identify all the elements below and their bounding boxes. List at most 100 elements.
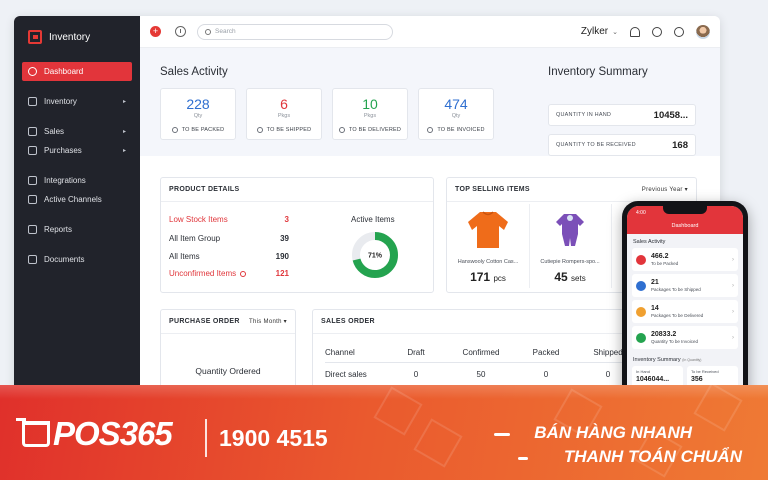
quantity-ordered-label: Quantity Ordered: [195, 366, 261, 376]
inventory-app-window: Inventory Dashboard Inventory ▸ Sales ▸ …: [14, 16, 720, 396]
phone-card-packed[interactable]: 466.2 To be Packed ›: [632, 248, 738, 271]
phone-inventory-title: Inventory Summary (In Quantity): [633, 357, 702, 363]
to-be-shipped-card[interactable]: 6 Pkgs TO BE SHIPPED: [246, 88, 322, 140]
top-item-2[interactable]: Cutiepie Rompers-spo... 45 sets: [533, 208, 607, 284]
phone-card-delivered[interactable]: 14 Packages To be Delivered ›: [632, 300, 738, 323]
phone-card-invoiced[interactable]: 20833.2 Quantity To be Invoiced ›: [632, 326, 738, 349]
purchase-order-panel: PURCHASE ORDER This Month ▾ Quantity Ord…: [160, 309, 296, 396]
item-qty: 45 sets: [554, 270, 586, 284]
chevron-right-icon: ›: [732, 308, 734, 315]
card-unit: Qty: [451, 113, 461, 119]
slogan-line-2: THANH TOÁN CHUẨN: [563, 447, 742, 466]
package-icon: [636, 254, 646, 265]
card-value: 474: [444, 96, 468, 112]
product-details-panel: PRODUCT DETAILS Low Stock Items 3 All It…: [160, 177, 434, 293]
table-row[interactable]: Direct sales 0 50 0 0: [325, 362, 639, 386]
sidebar-item-documents[interactable]: Documents: [22, 250, 132, 269]
table-cell: 0: [413, 369, 419, 379]
gear-icon[interactable]: [652, 26, 662, 37]
all-item-group-row[interactable]: All Item Group 39: [169, 234, 289, 243]
panel-title: PRODUCT DETAILS: [161, 178, 433, 202]
mobile-phone-mockup: 4:00 Dashboard Sales Activity 466.2 To be…: [622, 201, 748, 413]
search-input[interactable]: Search: [197, 23, 393, 40]
to-be-delivered-card[interactable]: 10 Pkgs TO BE DELIVERED: [332, 88, 408, 140]
phone-card-value: 20833.2: [651, 331, 677, 338]
all-items-row[interactable]: All Items 190: [169, 252, 289, 261]
row-value: 39: [280, 234, 289, 243]
sidebar-item-active-channels[interactable]: Active Channels: [22, 190, 132, 209]
donut-percent-label: 71%: [368, 253, 383, 260]
delivery-icon: [636, 306, 646, 317]
sales-order-panel: SALES ORDER Channel Draft Confirmed Pack…: [312, 309, 642, 396]
chevron-right-icon: ›: [732, 282, 734, 289]
sidebar-item-integrations[interactable]: Integrations: [22, 171, 132, 190]
column-header: Draft: [385, 344, 447, 363]
sidebar-item-purchases[interactable]: Purchases ▸: [22, 141, 132, 160]
romper-image: [556, 214, 584, 246]
sidebar-item-label: Active Channels: [44, 195, 102, 204]
sidebar-item-label: Inventory: [44, 97, 77, 106]
sales-order-table: Channel Draft Confirmed Packed Shipped D…: [325, 344, 639, 386]
sidebar-item-label: Purchases: [44, 146, 82, 155]
recent-history-icon[interactable]: [175, 26, 186, 37]
sales-activity-title: Sales Activity: [160, 66, 228, 78]
phone-card-value: 14: [651, 305, 659, 312]
check-circle-icon: [171, 127, 178, 133]
cart-icon: [16, 418, 50, 447]
period-filter[interactable]: Previous Year ▾: [642, 186, 688, 193]
top-item-1[interactable]: Hanswooly Cotton Cas... 171 pcs: [451, 208, 525, 284]
phone-card-value: 466.2: [651, 253, 669, 260]
table-cell: 50: [476, 369, 486, 379]
sidebar-nav: Dashboard Inventory ▸ Sales ▸ Purchases …: [14, 62, 140, 269]
phone-card-label: Quantity To be Invoiced: [651, 339, 698, 344]
sidebar-item-sales[interactable]: Sales ▸: [22, 122, 132, 141]
row-label: Low Stock Items: [169, 215, 228, 224]
card-value: 6: [280, 96, 288, 112]
chevron-down-icon: ⌄: [612, 28, 618, 36]
hotline-number: 1900 4515: [219, 425, 328, 451]
phone-sales-title: Sales Activity: [633, 239, 666, 245]
quantity-in-hand-row: QUANTITY IN HAND 10458...: [548, 104, 696, 126]
card-label: TO BE PACKED: [161, 127, 235, 133]
table-header: Channel Draft Confirmed Packed Shipped: [325, 344, 639, 363]
row-value: 190: [275, 252, 289, 261]
organization-switcher[interactable]: Zylker ⌄: [581, 26, 618, 37]
panel-title-row: PURCHASE ORDER This Month ▾: [161, 310, 295, 334]
summary-label: QUANTITY IN HAND: [556, 112, 612, 118]
active-items-donut: 71%: [352, 232, 398, 278]
sidebar-item-inventory[interactable]: Inventory ▸: [22, 92, 132, 111]
help-icon[interactable]: [674, 26, 684, 37]
reports-icon: [28, 225, 37, 234]
item-name: Hanswooly Cotton Cas...: [457, 259, 519, 265]
period-filter[interactable]: This Month ▾: [249, 318, 287, 325]
truck-icon: [256, 127, 263, 133]
inventory-logo-icon: [28, 30, 42, 44]
sidebar-item-reports[interactable]: Reports: [22, 220, 132, 239]
sidebar: Inventory Dashboard Inventory ▸ Sales ▸ …: [14, 16, 140, 396]
promo-banner: POS365 1900 4515 BÁN HÀNG NHANH THANH TO…: [0, 385, 768, 480]
brand[interactable]: Inventory: [14, 16, 140, 58]
card-label: TO BE SHIPPED: [247, 127, 321, 133]
unconfirmed-items-row[interactable]: Unconfirmed Items 121: [169, 269, 289, 278]
summary-label: QUANTITY TO BE RECEIVED: [556, 142, 636, 148]
card-label: TO BE DELIVERED: [333, 127, 407, 133]
chevron-right-icon: ▸: [122, 148, 126, 154]
panel-title: TOP SELLING ITEMS: [455, 186, 530, 193]
to-be-invoiced-card[interactable]: 474 Qty TO BE INVOICED: [418, 88, 494, 140]
phone-card-label: Packages To be Shipped: [651, 287, 701, 292]
delivery-icon: [338, 127, 345, 133]
to-be-packed-card[interactable]: 228 Qty TO BE PACKED: [160, 88, 236, 140]
phone-card-shipped[interactable]: 21 Packages To be Shipped ›: [632, 274, 738, 297]
quick-create-button[interactable]: +: [150, 26, 161, 37]
low-stock-items-row[interactable]: Low Stock Items 3: [169, 215, 289, 224]
item-name: Cutiepie Rompers-spo...: [540, 259, 600, 265]
slogan-line-1: BÁN HÀNG NHANH: [534, 423, 692, 442]
phone-card-value: 21: [651, 279, 659, 286]
chevron-right-icon: ›: [732, 256, 734, 263]
sidebar-item-dashboard[interactable]: Dashboard: [22, 62, 132, 81]
avatar[interactable]: [696, 24, 710, 39]
bell-icon[interactable]: [630, 26, 640, 37]
logo-text: POS365: [53, 415, 173, 452]
row-label: All Item Group: [169, 234, 221, 243]
top-bar: + Search Zylker ⌄: [140, 16, 720, 48]
